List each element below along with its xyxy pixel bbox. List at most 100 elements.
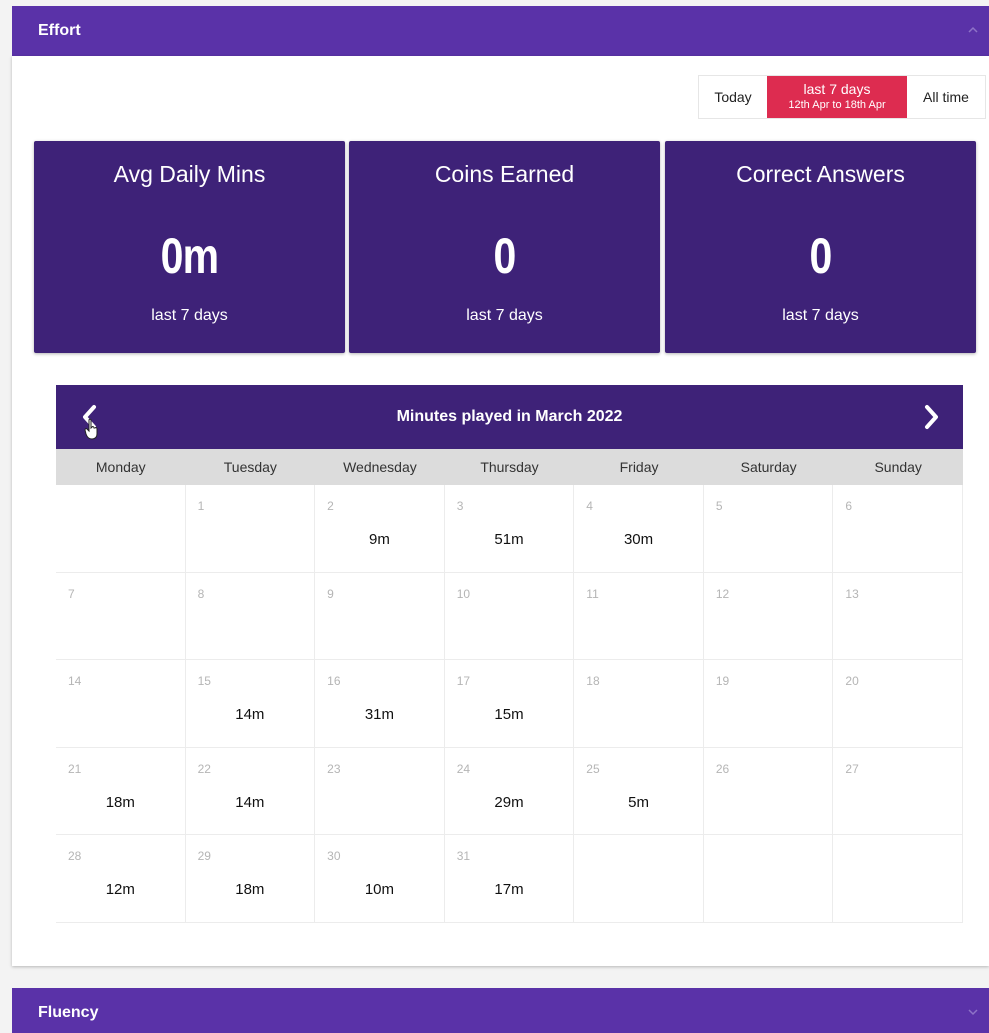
calendar-day-cell: 8 — [185, 572, 316, 661]
minutes-played: 17m — [494, 881, 524, 899]
time-range-toggle: Today last 7 days 12th Apr to 18th Apr A… — [698, 75, 986, 119]
calendar-day-cell: 26 — [703, 747, 834, 836]
day-number: 12 — [715, 586, 730, 601]
calendar-day-cell — [56, 485, 186, 573]
effort-panel-title: Effort — [38, 22, 81, 39]
calendar-grid: 1 2 9m 3 51m 4 30m 5 6 7 8 9 10 11 12 13 14 15 14m 16 31m 17 1… — [56, 485, 963, 923]
coins-earned-card: Coins Earned 0 last 7 days — [349, 141, 660, 353]
minutes-played: 18m — [235, 881, 265, 899]
calendar-day-cell — [574, 835, 704, 923]
minutes-played: 31m — [364, 706, 395, 724]
weekday-label: Sunday — [874, 459, 922, 475]
day-number: 6 — [845, 499, 853, 513]
calendar-day-cell: 11 — [574, 572, 704, 661]
day-number: 3 — [456, 499, 464, 513]
chevron-up-icon[interactable] — [965, 22, 981, 38]
minutes-played: 5m — [628, 793, 649, 811]
last-7-days-button[interactable]: last 7 days 12th Apr to 18th Apr — [767, 76, 907, 118]
day-number: 16 — [327, 674, 341, 689]
today-button[interactable]: Today — [699, 76, 767, 118]
minutes-played: 30m — [623, 531, 654, 548]
day-number: 17 — [456, 674, 471, 689]
calendar-day-cell: 2 9m — [315, 485, 445, 573]
last-7-days-label: last 7 days — [803, 81, 871, 98]
calendar-day-cell: 3 51m — [444, 485, 575, 573]
calendar-day-cell: 9 — [315, 572, 445, 661]
calendar-day-cell: 16 31m — [315, 660, 445, 748]
stat-title: Correct Answers — [736, 161, 905, 187]
minutes-played: 51m — [494, 531, 524, 548]
minutes-played: 29m — [494, 793, 524, 811]
day-number: 25 — [586, 761, 600, 776]
chevron-down-icon[interactable] — [965, 1004, 981, 1020]
stat-title: Coins Earned — [434, 161, 575, 187]
day-number: 18 — [586, 674, 600, 689]
calendar-day-cell: 15 14m — [185, 660, 316, 748]
day-number: 26 — [715, 761, 730, 776]
day-number: 23 — [327, 761, 341, 776]
calendar-day-cell: 10 — [444, 572, 575, 661]
day-number: 27 — [845, 761, 859, 776]
stat-title: Avg Daily Mins — [113, 161, 266, 187]
stat-period: last 7 days — [782, 307, 859, 324]
weekday-label: Wednesday — [343, 459, 417, 475]
correct-answers-card: Correct Answers 0 last 7 days — [665, 141, 976, 353]
minutes-played: 14m — [235, 706, 265, 724]
calendar-day-cell: 17 15m — [444, 660, 575, 748]
calendar-day-cell: 27 — [833, 747, 963, 836]
day-number: 8 — [197, 586, 205, 601]
day-number: 21 — [68, 761, 82, 776]
avg-daily-mins-card: Avg Daily Mins 0m last 7 days — [34, 141, 345, 353]
minutes-played: 18m — [105, 793, 135, 811]
minutes-played: 12m — [105, 881, 135, 899]
calendar-day-cell: 20 — [833, 660, 963, 748]
day-number: 14 — [68, 674, 82, 689]
calendar-day-cell: 6 — [833, 485, 963, 573]
weekday-label: Thursday — [480, 459, 539, 475]
calendar-day-cell: 18 — [574, 660, 704, 748]
fluency-panel-header[interactable]: Fluency — [12, 988, 989, 1033]
calendar-day-cell: 13 — [833, 572, 963, 661]
day-number: 28 — [68, 849, 82, 864]
calendar-day-cell: 29 18m — [185, 835, 316, 923]
day-number: 29 — [197, 849, 211, 864]
day-number: 31 — [456, 849, 471, 864]
stat-period: last 7 days — [466, 307, 543, 324]
calendar-day-cell: 12 — [703, 572, 834, 661]
calendar-day-cell: 28 12m — [56, 835, 186, 923]
calendar-day-cell: 1 — [185, 485, 316, 573]
effort-panel-header[interactable]: Effort — [12, 6, 989, 56]
minutes-played: 14m — [235, 793, 265, 811]
day-number: 4 — [586, 499, 593, 513]
stat-period: last 7 days — [151, 307, 228, 324]
day-number: 19 — [715, 674, 730, 689]
calendar-day-cell: 7 — [56, 572, 186, 661]
calendar-day-cell — [703, 835, 834, 923]
weekday-label: Saturday — [740, 459, 797, 475]
calendar-day-cell: 5 — [703, 485, 834, 573]
fluency-panel-title: Fluency — [38, 1004, 99, 1021]
calendar-header: Minutes played in March 2022 — [56, 385, 963, 449]
calendar-day-cell: 25 5m — [574, 747, 704, 836]
minutes-played: 10m — [364, 881, 395, 899]
day-number: 22 — [197, 761, 211, 776]
stat-value: 0 — [809, 228, 833, 284]
day-number: 20 — [845, 674, 859, 689]
calendar-day-cell: 23 — [315, 747, 445, 836]
day-number: 2 — [327, 499, 334, 513]
calendar-day-cell: 21 18m — [56, 747, 186, 836]
all-time-button[interactable]: All time — [907, 76, 985, 118]
calendar-weekday-row: Monday Tuesday Wednesday Thursday Friday… — [56, 449, 963, 485]
day-number: 7 — [68, 586, 75, 601]
day-number: 9 — [327, 586, 334, 601]
chevron-right-icon[interactable] — [919, 403, 943, 431]
day-number: 15 — [197, 674, 211, 689]
chevron-left-icon[interactable] — [78, 403, 102, 431]
calendar-day-cell: 22 14m — [185, 747, 316, 836]
day-number: 13 — [845, 586, 859, 601]
calendar-day-cell: 19 — [703, 660, 834, 748]
minutes-played: 15m — [494, 706, 524, 724]
calendar-title: Minutes played in March 2022 — [396, 408, 623, 425]
stat-value: 0m — [160, 228, 219, 284]
stat-value: 0 — [493, 228, 517, 284]
